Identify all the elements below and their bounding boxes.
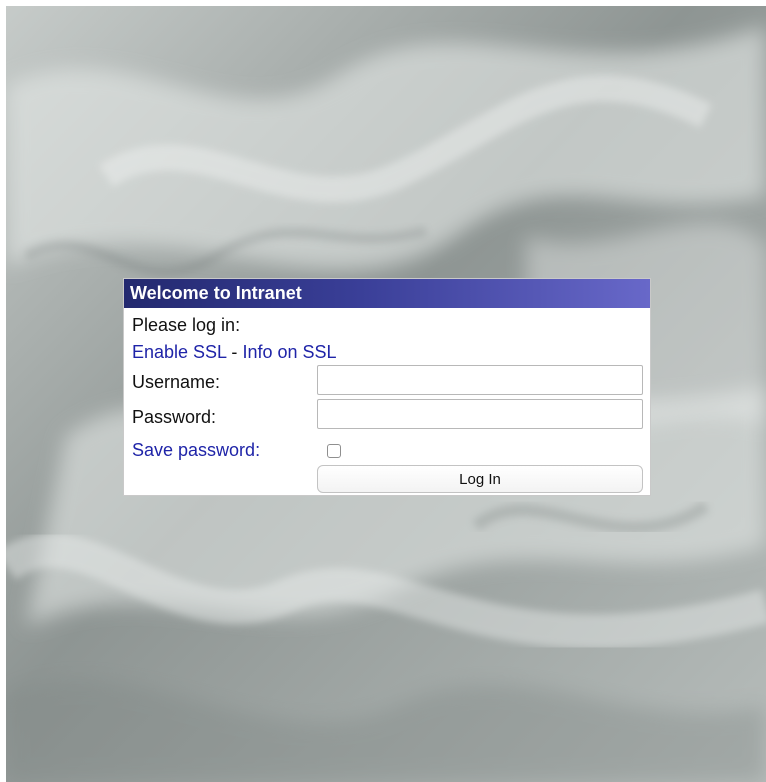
ssl-links-separator: - [231,342,238,362]
login-button[interactable]: Log In [317,465,643,493]
username-input[interactable] [317,365,643,395]
info-ssl-link[interactable]: Info on SSL [242,342,336,362]
username-label: Username: [132,372,221,392]
enable-ssl-link[interactable]: Enable SSL [132,342,226,362]
password-input[interactable] [317,399,643,429]
save-password-label[interactable]: Save password: [132,439,260,461]
password-label: Password: [132,407,217,427]
login-prompt: Please log in: [132,315,241,335]
login-panel: Welcome to Intranet Please log in: Enabl… [123,278,651,496]
ssl-links-row: Enable SSL - Info on SSL [132,341,337,363]
save-password-checkbox[interactable] [327,444,341,458]
panel-title: Welcome to Intranet [124,279,650,308]
page-background: Welcome to Intranet Please log in: Enabl… [6,6,766,782]
